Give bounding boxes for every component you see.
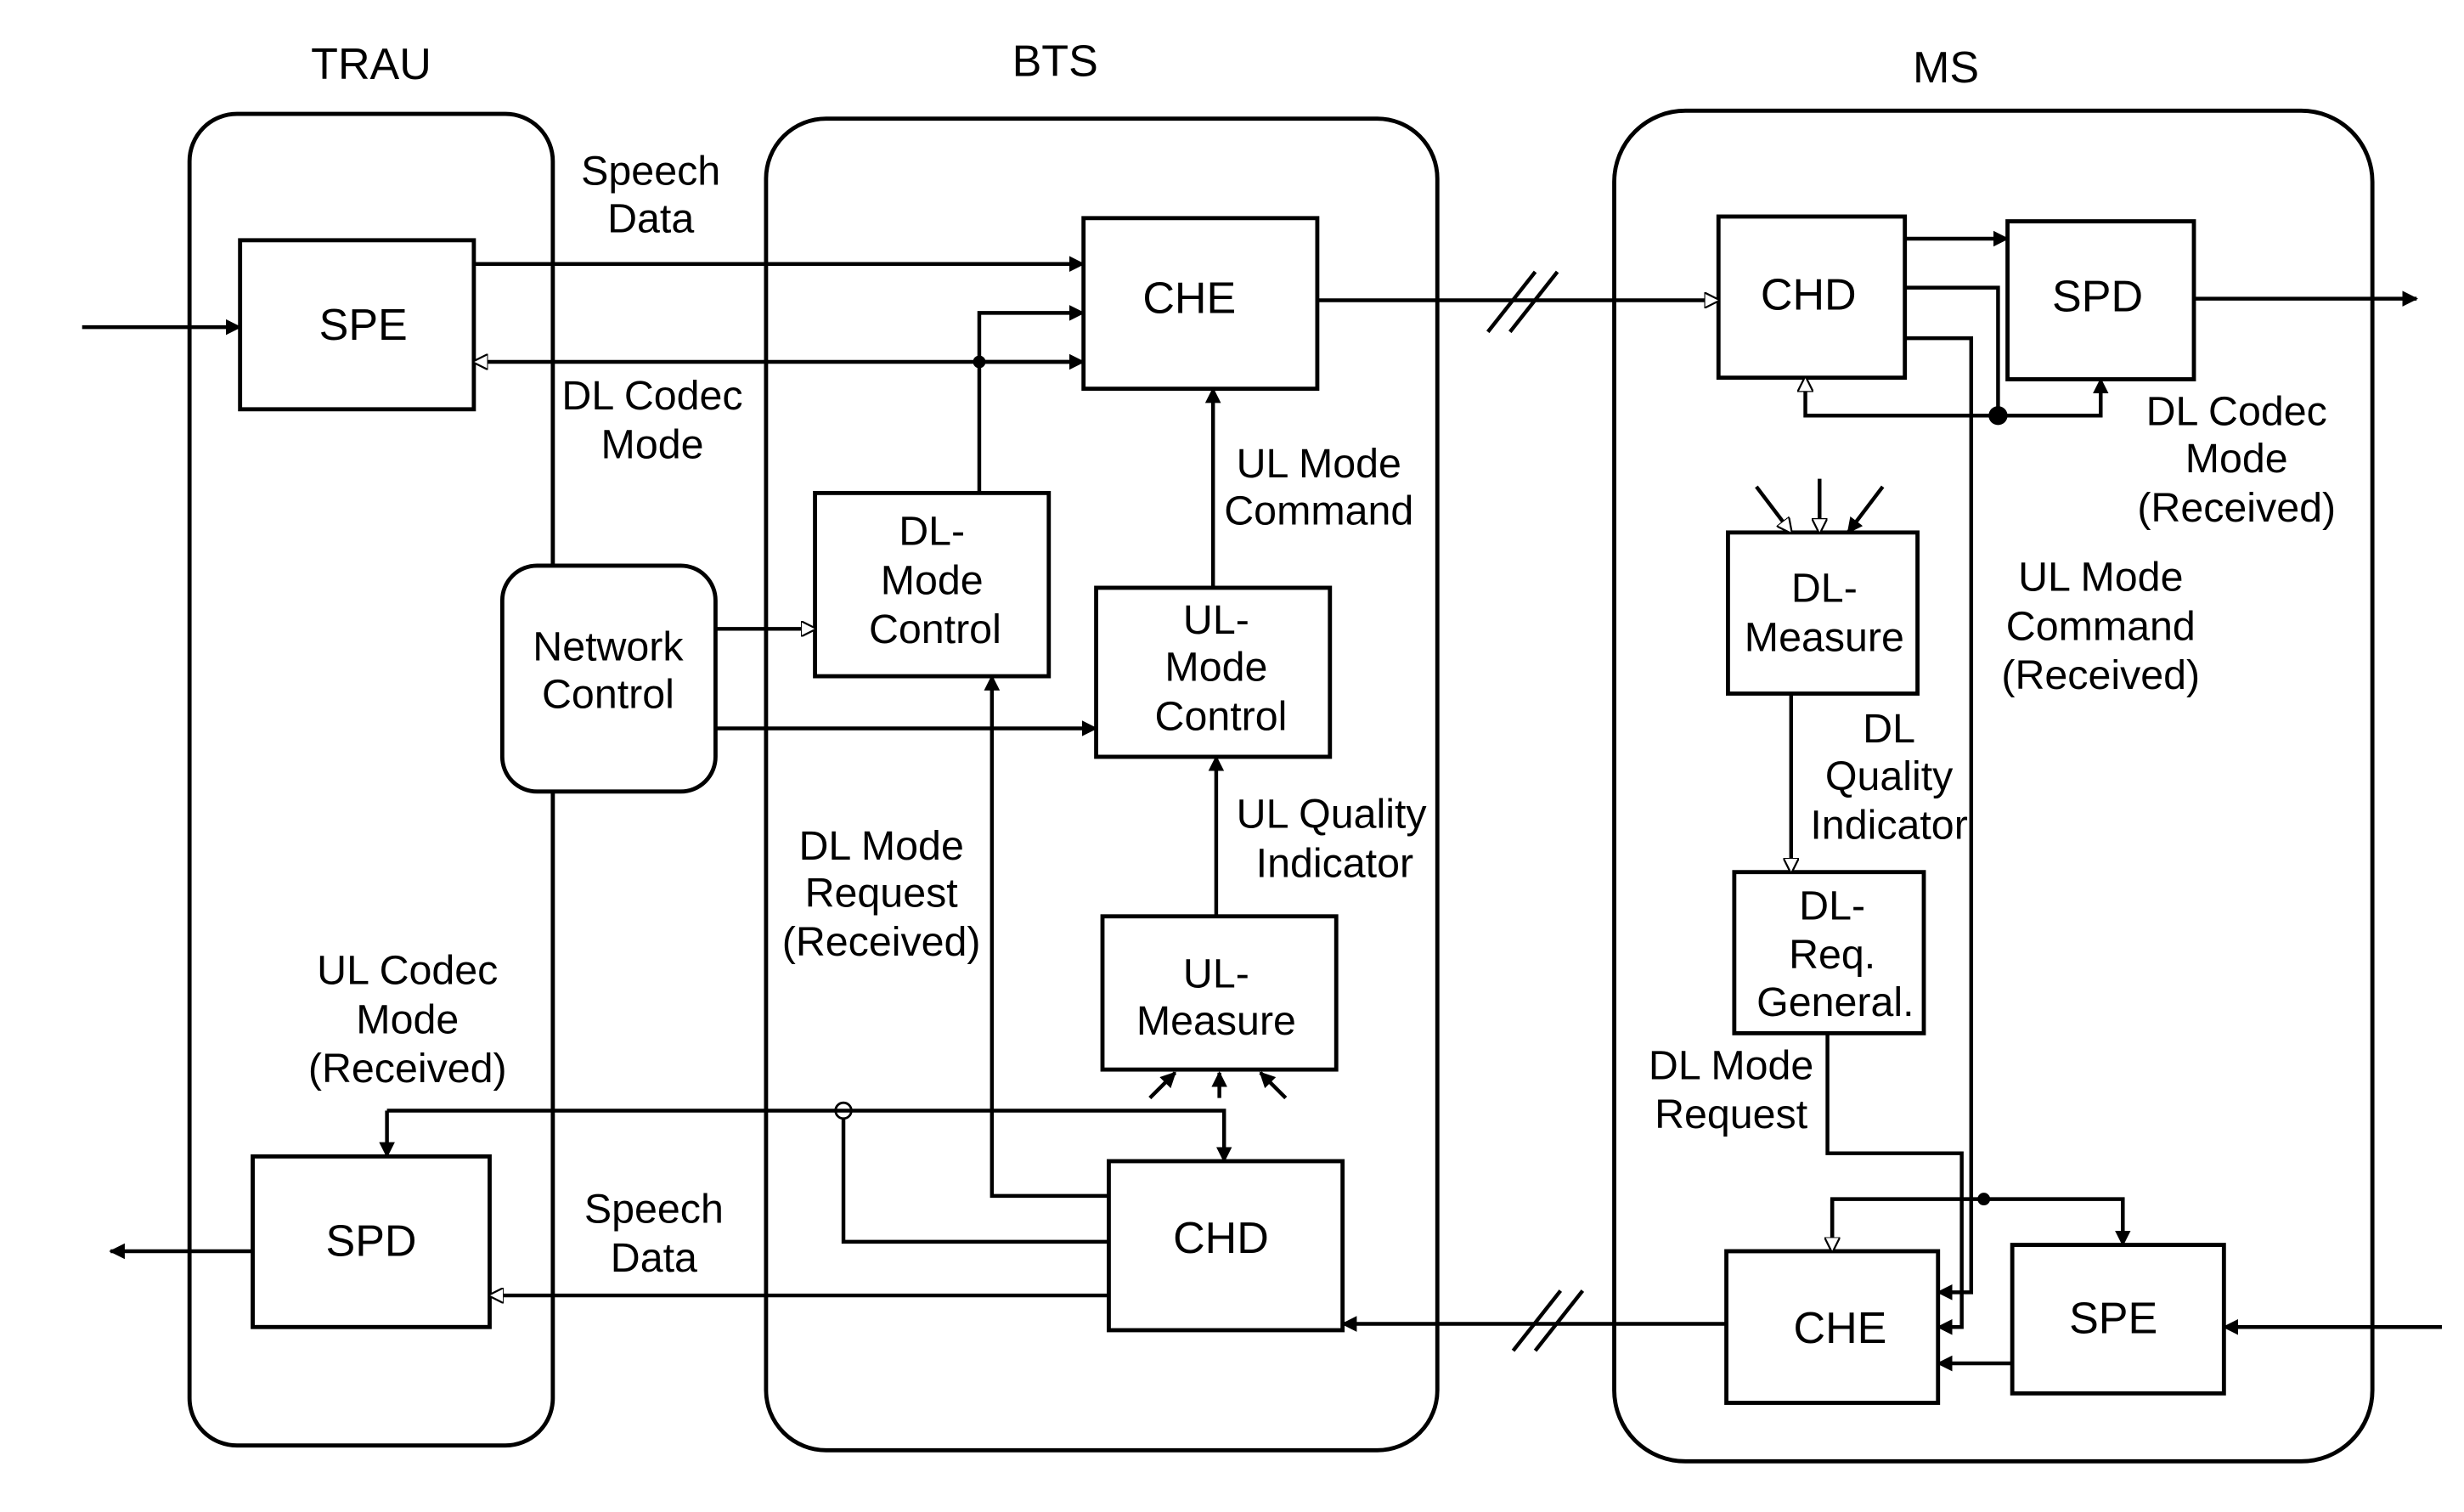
label-ul-quality-indicator: UL Quality Indicator	[1237, 792, 1428, 887]
network-control-block: Network Control	[499, 563, 718, 794]
svg-text:Data: Data	[611, 1235, 697, 1281]
svg-text:Speech: Speech	[581, 149, 720, 195]
svg-text:Command: Command	[1224, 488, 1413, 534]
label-dl-mode-request: DL Mode Request	[1649, 1042, 1813, 1137]
svg-text:Measure: Measure	[1745, 614, 1904, 660]
label-ul-codec-mode-received: UL Codec Mode (Received)	[308, 948, 507, 1092]
ms-che-block: CHE	[1724, 1249, 1941, 1405]
svg-text:DL: DL	[1863, 706, 1915, 752]
svg-text:Indicator: Indicator	[1810, 803, 1967, 849]
svg-text:General.: General.	[1756, 979, 1914, 1025]
svg-text:UL Codec: UL Codec	[317, 948, 498, 994]
svg-text:Control: Control	[542, 671, 674, 717]
dl-measure-block: DL- Measure	[1726, 530, 1920, 696]
svg-text:Mode: Mode	[881, 557, 984, 603]
ms-title: MS	[1913, 43, 1979, 93]
trau-spe-block: SPE	[238, 238, 476, 412]
ms-spd-block: SPD	[2005, 219, 2196, 381]
svg-text:Quality: Quality	[1825, 753, 1954, 799]
svg-text:Mode: Mode	[356, 996, 459, 1042]
svg-text:SPD: SPD	[325, 1217, 416, 1267]
dl-req-general-block: DL- Req. General.	[1732, 870, 1926, 1035]
svg-text:(Received): (Received)	[308, 1046, 507, 1092]
ul-mode-control-block: UL- Mode Control	[1094, 585, 1333, 759]
svg-text:UL Quality: UL Quality	[1237, 792, 1428, 838]
svg-text:CHE: CHE	[1142, 274, 1236, 323]
svg-text:(Received): (Received)	[2001, 652, 2200, 698]
svg-text:UL Mode: UL Mode	[1237, 441, 1401, 487]
svg-text:Command: Command	[2006, 603, 2196, 649]
label-dl-codec-mode: DL Codec Mode	[561, 373, 742, 468]
svg-text:Data: Data	[607, 196, 694, 242]
svg-text:DL Mode: DL Mode	[798, 823, 963, 869]
label-ul-mode-command-received: UL Mode Command (Received)	[2001, 555, 2200, 698]
svg-text:Mode: Mode	[2185, 436, 2288, 482]
svg-text:Req.: Req.	[1789, 932, 1875, 978]
bts-title: BTS	[1012, 37, 1098, 86]
label-dl-quality-indicator: DL Quality Indicator	[1810, 706, 1967, 848]
label-dl-mode-request-received: DL Mode Request (Received)	[782, 823, 981, 965]
svg-text:DL Codec: DL Codec	[561, 373, 742, 419]
ms-chd-block: CHD	[1716, 214, 1908, 381]
codec-mode-diagram: TRAU BTS MS SPE SPD Network Control CHE …	[82, 37, 2442, 1464]
svg-text:Control: Control	[1155, 693, 1288, 739]
trau-spd-block: SPD	[251, 1154, 492, 1329]
label-speech-data-top: Speech Data	[581, 149, 720, 242]
svg-text:UL-: UL-	[1183, 597, 1249, 643]
svg-text:DL-: DL-	[1799, 883, 1865, 928]
svg-text:(Received): (Received)	[2137, 485, 2336, 531]
trau-title: TRAU	[311, 40, 431, 89]
svg-text:Control: Control	[869, 606, 1001, 652]
svg-text:DL Mode: DL Mode	[1649, 1042, 1813, 1088]
svg-text:CHD: CHD	[1761, 271, 1857, 320]
svg-text:Mode: Mode	[1164, 645, 1267, 691]
svg-text:Network: Network	[533, 623, 684, 669]
svg-text:Mode: Mode	[601, 421, 704, 467]
svg-text:(Received): (Received)	[782, 919, 981, 965]
svg-text:Request: Request	[805, 871, 959, 917]
ms-spe-block: SPE	[2010, 1243, 2226, 1396]
label-speech-data-bottom: Speech Data	[584, 1187, 724, 1282]
bts-che-block: CHE	[1081, 216, 1320, 392]
label-dl-codec-mode-received: DL Codec Mode (Received)	[2137, 388, 2336, 530]
svg-text:DL-: DL-	[1791, 566, 1858, 612]
label-ul-mode-command: UL Mode Command	[1224, 441, 1413, 534]
svg-text:DL-: DL-	[899, 509, 965, 555]
svg-text:SPE: SPE	[319, 301, 408, 350]
svg-text:UL-: UL-	[1183, 951, 1249, 996]
svg-text:Measure: Measure	[1136, 998, 1296, 1044]
svg-text:CHE: CHE	[1794, 1304, 1887, 1353]
svg-text:SPE: SPE	[2069, 1295, 2157, 1344]
svg-text:SPD: SPD	[2052, 273, 2143, 322]
svg-text:UL Mode: UL Mode	[2018, 555, 2183, 601]
svg-text:Request: Request	[1655, 1092, 1808, 1137]
bts-chd-block: CHD	[1107, 1159, 1345, 1333]
svg-text:CHD: CHD	[1173, 1214, 1269, 1263]
dl-mode-control-block: DL- Mode Control	[813, 490, 1052, 679]
svg-text:DL Codec: DL Codec	[2146, 388, 2327, 434]
svg-text:Speech: Speech	[584, 1187, 724, 1233]
svg-text:Indicator: Indicator	[1256, 840, 1413, 886]
ul-measure-block: UL- Measure	[1100, 914, 1339, 1072]
